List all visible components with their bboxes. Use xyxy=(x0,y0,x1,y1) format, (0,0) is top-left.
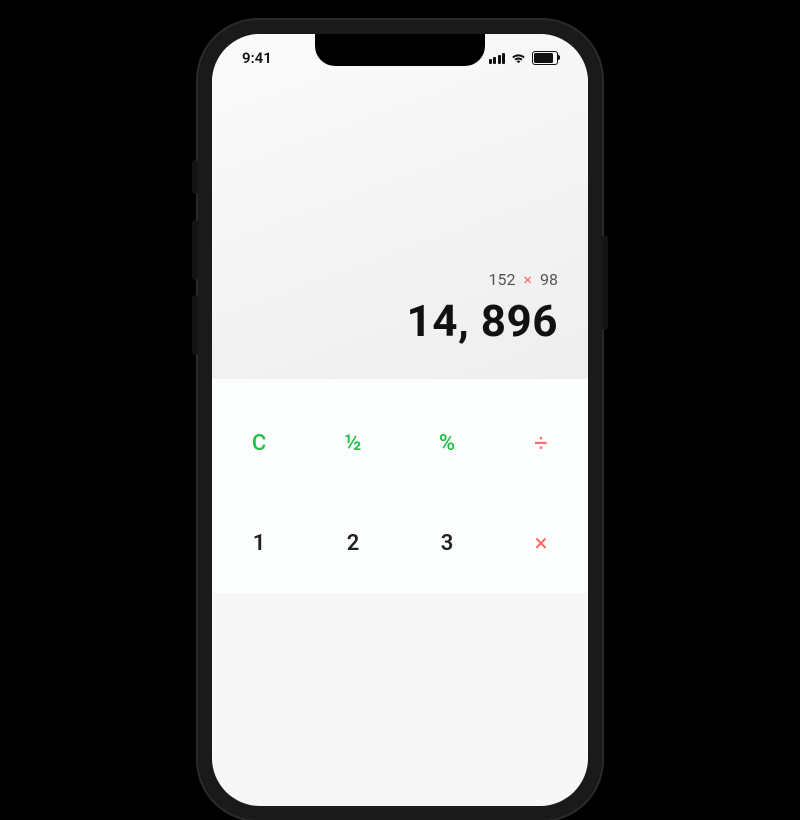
status-indicators xyxy=(489,51,559,65)
divide-button[interactable]: ÷ xyxy=(494,393,588,493)
calculator-display: 152 × 98 14, 896 xyxy=(212,34,588,379)
expr-right: 98 xyxy=(540,270,558,289)
digit-2-button[interactable]: 2 xyxy=(306,493,400,593)
expr-left: 152 xyxy=(489,270,516,289)
half-button[interactable]: ½ xyxy=(306,393,400,493)
keypad-row-1: C ½ % ÷ xyxy=(212,393,588,493)
result-value: 14, 896 xyxy=(407,295,558,347)
volume-up-button xyxy=(192,220,198,280)
mute-switch xyxy=(192,160,198,194)
keypad-row-2: 1 2 3 × xyxy=(212,493,588,593)
battery-icon xyxy=(532,51,558,65)
digit-3-button[interactable]: 3 xyxy=(400,493,494,593)
multiply-button[interactable]: × xyxy=(494,493,588,593)
expr-operator: × xyxy=(524,270,533,289)
phone-screen: 9:41 152 × 98 xyxy=(212,34,588,806)
notch xyxy=(315,34,485,66)
phone-frame: 9:41 152 × 98 xyxy=(198,20,602,820)
power-button xyxy=(602,235,608,330)
expression: 152 × 98 xyxy=(489,270,558,289)
keypad: C ½ % ÷ 1 2 3 × xyxy=(212,379,588,593)
volume-down-button xyxy=(192,295,198,355)
cellular-icon xyxy=(489,53,506,64)
status-time: 9:41 xyxy=(242,49,272,67)
clear-button[interactable]: C xyxy=(212,393,306,493)
digit-1-button[interactable]: 1 xyxy=(212,493,306,593)
percent-button[interactable]: % xyxy=(400,393,494,493)
wifi-icon xyxy=(510,52,527,64)
